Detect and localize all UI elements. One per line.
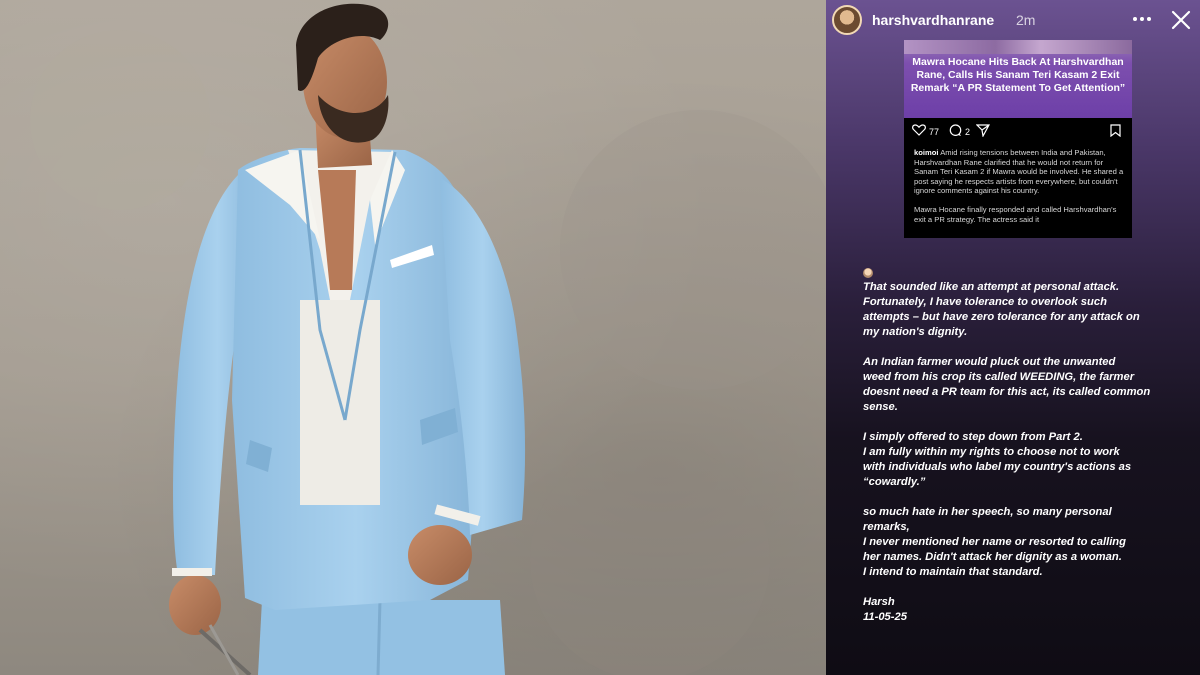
story-photo — [0, 0, 826, 675]
face-emoji-icon — [863, 268, 873, 278]
comment-icon[interactable] — [949, 124, 962, 139]
caption-username[interactable]: koimoi — [914, 148, 938, 157]
text-line: I intend to maintain that standard. — [863, 566, 1043, 578]
share-icon[interactable] — [975, 124, 991, 139]
comment-count: 2 — [965, 127, 971, 137]
text-line: remarks, — [863, 521, 910, 533]
post-headline: Mawra Hocane Hits Back At Harshvardhan R… — [910, 56, 1126, 94]
caption-text-1: Amid rising tensions between India and P… — [914, 148, 1124, 196]
shared-post-card[interactable]: Mawra Hocane Hits Back At Harshvardhan R… — [904, 40, 1132, 238]
username[interactable]: harshvardhanrane — [872, 12, 994, 28]
man-in-blue-suit-illustration — [30, 3, 826, 675]
post-image: Mawra Hocane Hits Back At Harshvardhan R… — [904, 40, 1132, 118]
story-panel: harshvardhanrane 2m Mawra Hocane Hits Ba… — [826, 0, 1200, 675]
date: 11-05-25 — [863, 611, 907, 623]
text-line: That sounded like an attempt at personal… — [863, 281, 1120, 293]
avatar[interactable] — [832, 5, 862, 35]
text-line: I am fully within my rights to choose no… — [863, 446, 1120, 458]
text-line: I simply offered to step down from Part … — [863, 431, 1083, 443]
post-actions: 77 2 — [904, 120, 1132, 142]
caption-text-2: Mawra Hocane finally responded and calle… — [914, 204, 1117, 224]
text-line: doesnt need a PR team for this act, its … — [863, 386, 1151, 398]
post-image-photo-strip — [904, 40, 1132, 54]
more-horizontal-icon[interactable] — [1132, 8, 1152, 30]
like-count: 77 — [929, 127, 940, 137]
story-text: That sounded like an attempt at personal… — [863, 268, 1163, 625]
paragraph-4: so much hate in her speech, so many pers… — [863, 505, 1163, 580]
paragraph-3: I simply offered to step down from Part … — [863, 430, 1163, 490]
text-line: my nation's dignity. — [863, 326, 968, 338]
text-line: An Indian farmer would pluck out the unw… — [863, 356, 1116, 368]
text-line: sense. — [863, 401, 898, 413]
post-time: 2m — [1016, 12, 1036, 28]
text-line: weed from his crop its called WEEDING, t… — [863, 371, 1135, 383]
post-caption: koimoi Amid rising tensions between Indi… — [914, 148, 1126, 224]
bookmark-icon[interactable] — [1110, 124, 1121, 139]
text-line: with individuals who label my country's … — [863, 461, 1132, 473]
text-line: “cowardly.” — [863, 476, 926, 488]
paragraph-2: An Indian farmer would pluck out the unw… — [863, 355, 1163, 415]
text-line: Fortunately, I have tolerance to overloo… — [863, 296, 1107, 308]
signature-block: Harsh 11-05-25 — [863, 595, 1163, 625]
text-line: her names. Didn't attack her dignity as … — [863, 551, 1122, 563]
text-line: I never mentioned her name or resorted t… — [863, 536, 1126, 548]
text-line: so much hate in her speech, so many pers… — [863, 506, 1112, 518]
close-icon[interactable] — [1170, 9, 1192, 31]
text-line: attempts – but have zero tolerance for a… — [863, 311, 1140, 323]
paragraph-1: That sounded like an attempt at personal… — [863, 280, 1163, 340]
story-header: harshvardhanrane 2m — [826, 0, 1200, 40]
signature: Harsh — [863, 596, 895, 608]
heart-icon[interactable] — [912, 124, 926, 138]
